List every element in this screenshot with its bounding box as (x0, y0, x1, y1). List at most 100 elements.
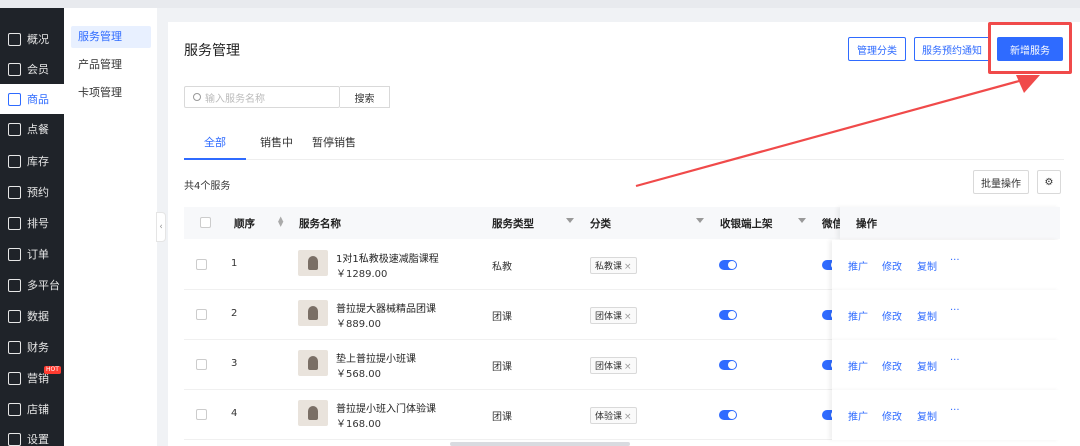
promote-link[interactable]: 推广 (848, 358, 868, 373)
nav-item-members[interactable]: 会员 (0, 54, 64, 84)
nav-label: 数据 (27, 310, 49, 323)
close-icon[interactable]: × (624, 362, 632, 372)
table-row[interactable]: 1 1对1私教极速减脂课程 ￥1289.00 私教 私教课 × 推广 修改 复制 … (184, 240, 1060, 290)
search-placeholder: 输入服务名称 (205, 93, 265, 105)
horizontal-scrollbar[interactable] (450, 442, 630, 446)
nav-item-orders[interactable]: 订单 (0, 239, 64, 269)
service-type: 团课 (492, 312, 512, 323)
sort-icon[interactable]: ▲ ▼ (278, 216, 283, 228)
more-icon[interactable]: ··· (950, 355, 960, 366)
tab-paused[interactable]: 暂停销售 (292, 134, 376, 160)
category-label: 团体课 (595, 362, 623, 372)
copy-link[interactable]: 复制 (917, 308, 937, 323)
more-icon[interactable]: ··· (950, 405, 960, 416)
promote-link[interactable]: 推广 (848, 408, 868, 423)
nav-item-inventory[interactable]: 库存 (0, 146, 64, 176)
gear-icon (8, 432, 21, 446)
subnav-product-management[interactable]: 产品管理 (71, 54, 151, 76)
nav-item-data[interactable]: 数据 (0, 301, 64, 331)
more-icon[interactable]: ··· (950, 255, 960, 266)
select-all-checkbox[interactable] (200, 217, 211, 228)
chevron-left-icon: ‹ (159, 222, 163, 232)
copy-link[interactable]: 复制 (917, 358, 937, 373)
edit-link[interactable]: 修改 (882, 408, 902, 423)
nav-label: 多平台 (27, 279, 60, 292)
subnav-service-management[interactable]: 服务管理 (71, 26, 151, 48)
cashier-toggle[interactable] (719, 310, 737, 320)
service-type: 团课 (492, 362, 512, 373)
row-checkbox[interactable] (196, 259, 207, 270)
settings-button[interactable]: ⚙ (1037, 170, 1061, 194)
nav-item-marketing[interactable]: 营销 HOT (0, 363, 64, 393)
col-ops: 操作 (856, 218, 877, 230)
page-title: 服务管理 (184, 43, 240, 59)
service-thumbnail (298, 350, 328, 376)
subnav-card-management[interactable]: 卡项管理 (71, 82, 151, 104)
row-actions: 推广 修改 复制 ··· (832, 340, 1060, 390)
nav-item-finance[interactable]: 财务 (0, 332, 64, 362)
nav-item-store[interactable]: 店铺 (0, 394, 64, 424)
nav-item-multiplatform[interactable]: 多平台 (0, 270, 64, 300)
row-checkbox[interactable] (196, 409, 207, 420)
tab-all[interactable]: 全部 (184, 134, 246, 160)
table-row[interactable]: 4 普拉提小班入门体验课 ￥168.00 团课 体验课 × 推广 修改 复制 ··… (184, 390, 1060, 440)
row-checkbox[interactable] (196, 309, 207, 320)
nav-item-products[interactable]: 商品 (0, 84, 64, 114)
nav-item-booking[interactable]: 预约 (0, 177, 64, 207)
tray-icon (8, 122, 21, 136)
copy-link[interactable]: 复制 (917, 408, 937, 423)
close-icon[interactable]: × (624, 412, 632, 422)
filter-icon[interactable] (798, 218, 806, 223)
gift-icon (8, 371, 21, 385)
layers-icon (8, 278, 21, 292)
service-price: ￥168.00 (336, 419, 381, 430)
cashier-toggle[interactable] (719, 260, 737, 270)
collapse-sidebar-button[interactable]: ‹ (156, 212, 166, 242)
nav-item-settings[interactable]: 设置 (0, 424, 64, 446)
grid-icon (8, 32, 21, 46)
promote-link[interactable]: 推广 (848, 258, 868, 273)
close-icon[interactable]: × (624, 262, 632, 272)
table-row[interactable]: 2 普拉提大器械精品团课 ￥889.00 团课 团体课 × 推广 修改 复制 ··… (184, 290, 1060, 340)
service-name: 普拉提小班入门体验课 (336, 404, 436, 415)
order-icon (8, 247, 21, 261)
cashier-toggle[interactable] (719, 360, 737, 370)
edit-link[interactable]: 修改 (882, 258, 902, 273)
nav-item-overview[interactable]: 概况 (0, 24, 64, 54)
filter-icon[interactable] (696, 218, 704, 223)
promote-link[interactable]: 推广 (848, 308, 868, 323)
nav-item-queue[interactable]: 排号 (0, 208, 64, 238)
search-input[interactable]: 输入服务名称 (184, 86, 340, 108)
nav-label: 财务 (27, 341, 49, 354)
nav-item-ordering[interactable]: 点餐 (0, 114, 64, 144)
main-sidebar: 概况 会员 商品 点餐 库存 预约 排号 订单 多平台 数据 财务 营销 HOT … (0, 8, 64, 446)
manage-category-button[interactable]: 管理分类 (848, 37, 906, 61)
nav-label: 库存 (27, 155, 49, 168)
filter-icon[interactable] (566, 218, 574, 223)
queue-icon (8, 216, 21, 230)
table-header: 顺序 ▲ ▼ 服务名称 服务类型 分类 收银端上架 微信 操作 (184, 207, 1060, 239)
row-order: 2 (231, 308, 238, 319)
secondary-sidebar: 服务管理 产品管理 卡项管理 (64, 8, 157, 446)
close-icon[interactable]: × (624, 312, 632, 322)
edit-link[interactable]: 修改 (882, 358, 902, 373)
batch-operation-button[interactable]: 批量操作 (973, 170, 1029, 194)
row-order: 4 (231, 408, 238, 419)
row-actions: 推广 修改 复制 ··· (832, 240, 1060, 290)
service-type: 团课 (492, 412, 512, 423)
copy-link[interactable]: 复制 (917, 258, 937, 273)
nav-label: 商品 (27, 93, 49, 106)
search-button[interactable]: 搜索 (340, 86, 390, 108)
edit-link[interactable]: 修改 (882, 308, 902, 323)
cashier-toggle[interactable] (719, 410, 737, 420)
nav-label: 店铺 (27, 403, 49, 416)
booking-notification-button[interactable]: 服务预约通知 (914, 37, 990, 61)
more-icon[interactable]: ··· (950, 305, 960, 316)
nav-label: 会员 (27, 63, 49, 76)
hot-badge: HOT (44, 366, 61, 374)
row-checkbox[interactable] (196, 359, 207, 370)
nav-label: 设置 (27, 433, 49, 446)
category-label: 体验课 (595, 412, 623, 422)
col-category: 分类 (590, 218, 611, 230)
table-row[interactable]: 3 垫上普拉提小班课 ￥568.00 团课 团体课 × 推广 修改 复制 ··· (184, 340, 1060, 390)
